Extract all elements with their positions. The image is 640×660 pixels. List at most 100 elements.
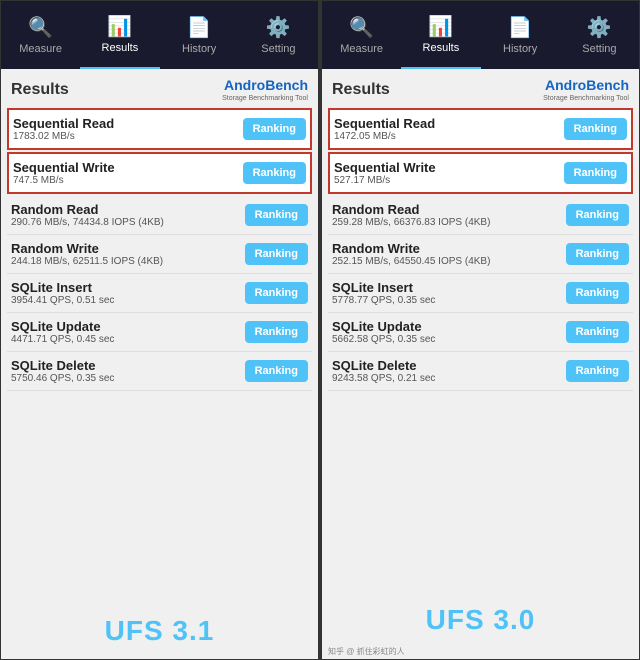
bench-name-rand-read-right: Random Read — [332, 202, 566, 217]
bench-info-rand-read-right: Random Read 259.28 MB/s, 66376.83 IOPS (… — [332, 202, 566, 228]
bench-row-seq-write-left: Sequential Write 747.5 MB/s Ranking — [7, 152, 312, 194]
bench-row-seq-read-left: Sequential Read 1783.02 MB/s Ranking — [7, 108, 312, 150]
ufs-label-right: UFS 3.0 — [322, 594, 639, 644]
bench-value-rand-read-left: 290.76 MB/s, 74434.8 IOPS (4KB) — [11, 217, 245, 228]
nav-setting-right[interactable]: ⚙️ Setting — [560, 1, 639, 69]
nav-history-label-left: History — [182, 43, 216, 55]
bench-row-seq-write-right: Sequential Write 527.17 MB/s Ranking — [328, 152, 633, 194]
bench-name-sqlite-insert-right: SQLite Insert — [332, 280, 566, 295]
bench-name-rand-read-left: Random Read — [11, 202, 245, 217]
ranking-btn-rand-read-left[interactable]: Ranking — [245, 204, 308, 226]
nav-bar-right: 🔍 Measure 📊 Results 📄 History ⚙️ Setting — [322, 1, 639, 69]
bench-info-sqlite-insert-left: SQLite Insert 3954.41 QPS, 0.51 sec — [11, 280, 245, 306]
ranking-btn-seq-read-left[interactable]: Ranking — [243, 118, 306, 140]
bench-value-rand-write-left: 244.18 MB/s, 62511.5 IOPS (4KB) — [11, 256, 245, 267]
bench-row-rand-read-left: Random Read 290.76 MB/s, 74434.8 IOPS (4… — [7, 196, 312, 235]
bench-row-sqlite-insert-right: SQLite Insert 5778.77 QPS, 0.35 sec Rank… — [328, 274, 633, 313]
bench-value-seq-read-right: 1472.05 MB/s — [334, 131, 564, 142]
bench-info-rand-write-right: Random Write 252.15 MB/s, 64550.45 IOPS … — [332, 241, 566, 267]
bench-value-seq-read-left: 1783.02 MB/s — [13, 131, 243, 142]
bench-name-sqlite-delete-right: SQLite Delete — [332, 358, 566, 373]
nav-setting-label-right: Setting — [582, 43, 616, 55]
bench-row-sqlite-delete-left: SQLite Delete 5750.46 QPS, 0.35 sec Rank… — [7, 352, 312, 391]
nav-measure-left[interactable]: 🔍 Measure — [1, 1, 80, 69]
measure-icon-right: 🔍 — [349, 15, 374, 40]
bench-name-rand-write-right: Random Write — [332, 241, 566, 256]
watermark-text-right: 知乎 @ 抓住彩虹的人 — [328, 646, 405, 657]
bench-value-seq-write-right: 527.17 MB/s — [334, 175, 564, 186]
logo-sub-right: Storage Benchmarking Tool — [543, 95, 629, 102]
bench-info-sqlite-delete-left: SQLite Delete 5750.46 QPS, 0.35 sec — [11, 358, 245, 384]
phone-right: 🔍 Measure 📊 Results 📄 History ⚙️ Setting… — [321, 0, 640, 660]
bench-name-sqlite-update-right: SQLite Update — [332, 319, 566, 334]
ranking-btn-sqlite-insert-right[interactable]: Ranking — [566, 282, 629, 304]
androbench-logo-left: AndroBench Storage Benchmarking Tool — [222, 77, 308, 102]
bench-value-sqlite-insert-right: 5778.77 QPS, 0.35 sec — [332, 295, 566, 306]
bench-row-rand-write-left: Random Write 244.18 MB/s, 62511.5 IOPS (… — [7, 235, 312, 274]
ranking-btn-rand-write-right[interactable]: Ranking — [566, 243, 629, 265]
ufs-label-left: UFS 3.1 — [1, 605, 318, 655]
results-icon-left: 📊 — [107, 14, 132, 39]
ranking-btn-rand-write-left[interactable]: Ranking — [245, 243, 308, 265]
results-header-right: Results AndroBench Storage Benchmarking … — [322, 69, 639, 106]
nav-history-left[interactable]: 📄 History — [160, 1, 239, 69]
bench-row-sqlite-insert-left: SQLite Insert 3954.41 QPS, 0.51 sec Rank… — [7, 274, 312, 313]
nav-results-right[interactable]: 📊 Results — [401, 1, 480, 69]
ranking-btn-seq-write-right[interactable]: Ranking — [564, 162, 627, 184]
ranking-btn-seq-write-left[interactable]: Ranking — [243, 162, 306, 184]
bench-value-sqlite-delete-left: 5750.46 QPS, 0.35 sec — [11, 373, 245, 384]
ranking-btn-sqlite-update-left[interactable]: Ranking — [245, 321, 308, 343]
results-title-right: Results — [332, 81, 390, 99]
results-icon-right: 📊 — [428, 14, 453, 39]
bench-info-sqlite-delete-right: SQLite Delete 9243.58 QPS, 0.21 sec — [332, 358, 566, 384]
bench-value-seq-write-left: 747.5 MB/s — [13, 175, 243, 186]
ranking-btn-sqlite-delete-right[interactable]: Ranking — [566, 360, 629, 382]
nav-results-label-right: Results — [423, 42, 460, 54]
bench-value-sqlite-insert-left: 3954.41 QPS, 0.51 sec — [11, 295, 245, 306]
ranking-btn-seq-read-right[interactable]: Ranking — [564, 118, 627, 140]
bench-value-rand-write-right: 252.15 MB/s, 64550.45 IOPS (4KB) — [332, 256, 566, 267]
ranking-btn-sqlite-delete-left[interactable]: Ranking — [245, 360, 308, 382]
bench-info-rand-read-left: Random Read 290.76 MB/s, 74434.8 IOPS (4… — [11, 202, 245, 228]
watermark-left — [1, 655, 318, 659]
bench-row-sqlite-delete-right: SQLite Delete 9243.58 QPS, 0.21 sec Rank… — [328, 352, 633, 391]
nav-measure-label-left: Measure — [19, 43, 62, 55]
bench-name-sqlite-delete-left: SQLite Delete — [11, 358, 245, 373]
bench-info-rand-write-left: Random Write 244.18 MB/s, 62511.5 IOPS (… — [11, 241, 245, 267]
measure-icon-left: 🔍 — [28, 15, 53, 40]
logo-main-right: AndroBench — [545, 77, 629, 93]
history-icon-left: 📄 — [187, 15, 212, 40]
phones-container: 🔍 Measure 📊 Results 📄 History ⚙️ Setting… — [0, 0, 640, 660]
ranking-btn-rand-read-right[interactable]: Ranking — [566, 204, 629, 226]
bench-info-sqlite-update-left: SQLite Update 4471.71 QPS, 0.45 sec — [11, 319, 245, 345]
nav-setting-label-left: Setting — [261, 43, 295, 55]
bench-row-sqlite-update-left: SQLite Update 4471.71 QPS, 0.45 sec Rank… — [7, 313, 312, 352]
bench-info-sqlite-update-right: SQLite Update 5662.58 QPS, 0.35 sec — [332, 319, 566, 345]
bench-info-seq-read-left: Sequential Read 1783.02 MB/s — [13, 116, 243, 142]
bench-info-sqlite-insert-right: SQLite Insert 5778.77 QPS, 0.35 sec — [332, 280, 566, 306]
bench-name-seq-read-left: Sequential Read — [13, 116, 243, 131]
bench-list-left: Sequential Read 1783.02 MB/s Ranking Seq… — [1, 106, 318, 605]
bench-list-right: Sequential Read 1472.05 MB/s Ranking Seq… — [322, 106, 639, 594]
bench-row-rand-read-right: Random Read 259.28 MB/s, 66376.83 IOPS (… — [328, 196, 633, 235]
results-header-left: Results AndroBench Storage Benchmarking … — [1, 69, 318, 106]
ranking-btn-sqlite-insert-left[interactable]: Ranking — [245, 282, 308, 304]
bench-value-sqlite-delete-right: 9243.58 QPS, 0.21 sec — [332, 373, 566, 384]
watermark-right: 知乎 @ 抓住彩虹的人 — [322, 644, 639, 659]
nav-measure-right[interactable]: 🔍 Measure — [322, 1, 401, 69]
results-title-left: Results — [11, 81, 69, 99]
setting-icon-left: ⚙️ — [266, 15, 291, 40]
nav-history-right[interactable]: 📄 History — [481, 1, 560, 69]
bench-name-sqlite-update-left: SQLite Update — [11, 319, 245, 334]
ranking-btn-sqlite-update-right[interactable]: Ranking — [566, 321, 629, 343]
setting-icon-right: ⚙️ — [587, 15, 612, 40]
bench-row-rand-write-right: Random Write 252.15 MB/s, 64550.45 IOPS … — [328, 235, 633, 274]
logo-main-left: AndroBench — [224, 77, 308, 93]
phone-left: 🔍 Measure 📊 Results 📄 History ⚙️ Setting… — [0, 0, 319, 660]
bench-name-seq-write-right: Sequential Write — [334, 160, 564, 175]
bench-value-rand-read-right: 259.28 MB/s, 66376.83 IOPS (4KB) — [332, 217, 566, 228]
bench-value-sqlite-update-right: 5662.58 QPS, 0.35 sec — [332, 334, 566, 345]
nav-setting-left[interactable]: ⚙️ Setting — [239, 1, 318, 69]
bench-value-sqlite-update-left: 4471.71 QPS, 0.45 sec — [11, 334, 245, 345]
nav-results-left[interactable]: 📊 Results — [80, 1, 159, 69]
